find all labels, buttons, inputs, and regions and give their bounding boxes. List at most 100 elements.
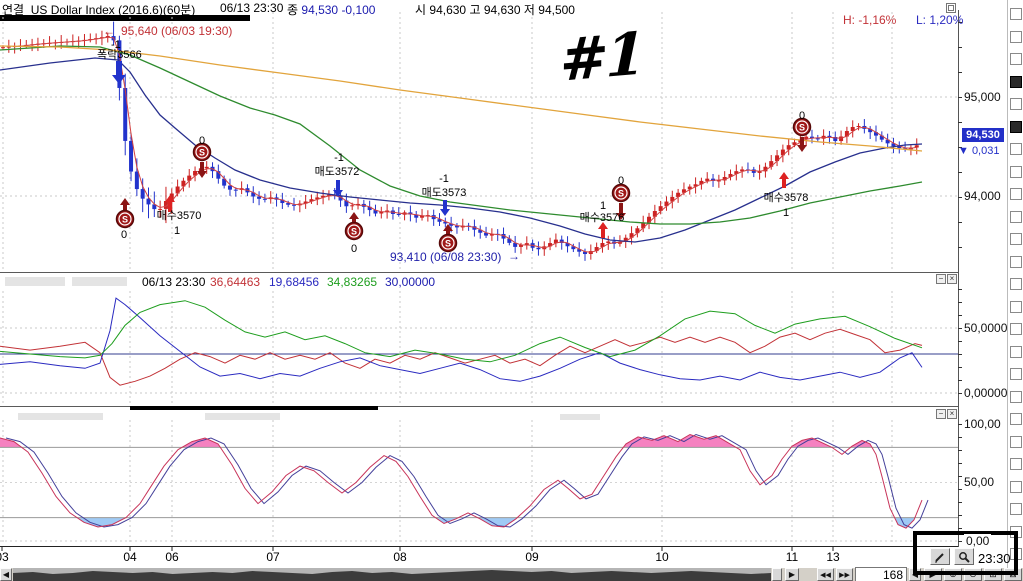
- chart-control-button[interactable]: ⊞: [984, 568, 1002, 581]
- scroll-play-button[interactable]: ▶: [785, 568, 799, 581]
- y-axis-label: 95,000: [964, 90, 1001, 104]
- axis-tick: [662, 547, 663, 551]
- trade-label: 매도3573: [422, 186, 467, 199]
- peak-arrow-icon: ←: [103, 24, 115, 38]
- fast-forward-button[interactable]: ▶▶: [836, 568, 853, 581]
- axis-tick: [958, 450, 962, 451]
- left-arrow-icon: ◀: [3, 570, 9, 579]
- indicator1-chart[interactable]: [0, 290, 958, 406]
- axis-tick: [958, 315, 962, 316]
- toolbar-button[interactable]: [1010, 368, 1022, 380]
- toolbar-button[interactable]: [1010, 413, 1022, 425]
- draw-tool-button[interactable]: [930, 548, 950, 565]
- signal-count: 0: [618, 175, 624, 187]
- toolbar-button[interactable]: [1010, 233, 1022, 245]
- signal-count: 0: [199, 135, 205, 147]
- axis-tick: [958, 463, 962, 464]
- toolbar-button[interactable]: [1010, 481, 1022, 493]
- toolbar-button[interactable]: [1010, 121, 1022, 133]
- y-axis-label: 0,00: [964, 534, 991, 548]
- vertical-gridlines: [3, 291, 892, 405]
- redacted-text: [205, 413, 280, 420]
- toolbar-button[interactable]: [1010, 8, 1022, 20]
- toolbar-button[interactable]: [1010, 98, 1022, 110]
- indicator2-chart[interactable]: [0, 419, 958, 546]
- ma-short: [15, 37, 917, 252]
- chart-window: 연결_US Dollar Index (2016.6)(60분) 06/13 2…: [0, 0, 1023, 581]
- x-axis-label: 03: [0, 550, 9, 564]
- toolbar-button[interactable]: [1010, 391, 1022, 403]
- panel-minimize-button[interactable]: −: [936, 274, 946, 284]
- axis-tick: [958, 22, 962, 23]
- hand-annotation: #1: [560, 24, 644, 90]
- toolbar-button[interactable]: [1010, 548, 1022, 560]
- scroll-left-button[interactable]: ◀: [0, 568, 12, 581]
- axis-tick: [958, 528, 962, 529]
- last-price-badge: 94,530: [962, 128, 1004, 142]
- chart-control-button[interactable]: ▶: [924, 568, 942, 581]
- navigator-thumb-handle[interactable]: [772, 568, 782, 581]
- back-arrow-icon: ◀: [912, 570, 918, 579]
- toolbar-button[interactable]: [1010, 346, 1022, 358]
- axis-tick: [958, 515, 962, 516]
- axis-tick: [958, 541, 962, 542]
- axis-tick: [792, 547, 793, 551]
- data-navigator[interactable]: [13, 568, 771, 581]
- step-back-button[interactable]: ◀: [909, 568, 921, 581]
- low-price-label: 93,410 (06/08 23:30): [390, 250, 501, 264]
- axis-tick: [958, 489, 962, 490]
- panel-close-button[interactable]: ×: [947, 274, 957, 284]
- green-line: [0, 301, 922, 362]
- magnifier-icon: [958, 551, 970, 563]
- axis-tick: [958, 367, 962, 368]
- toolbar-button[interactable]: [1010, 211, 1022, 223]
- y-axis-label: 94,000: [964, 189, 1001, 203]
- toolbar-button[interactable]: [1010, 188, 1022, 200]
- signal-count: 0: [799, 110, 805, 122]
- pencil-icon: [934, 551, 946, 563]
- signal-count: 1: [783, 207, 789, 219]
- blue-line: [0, 298, 922, 381]
- x-axis-label: 10: [655, 550, 668, 564]
- axis-tick: [833, 547, 834, 551]
- signal-badge: S: [117, 211, 134, 228]
- rewind-button[interactable]: ◀◀: [817, 568, 834, 581]
- plot-right-border: [958, 10, 959, 547]
- panel-minimize-button[interactable]: −: [936, 409, 946, 419]
- moving-average-lines: [0, 37, 922, 252]
- toolbar-button[interactable]: [1010, 323, 1022, 335]
- toolbar-button[interactable]: [1010, 278, 1022, 290]
- bar-count-input[interactable]: [855, 567, 907, 581]
- chart-control-button[interactable]: ⊖: [964, 568, 982, 581]
- svg-text:S: S: [618, 189, 624, 199]
- right-toolbar: [1007, 0, 1023, 581]
- toolbar-button[interactable]: [1010, 458, 1022, 470]
- x-axis-label: 08: [393, 550, 406, 564]
- toolbar-button[interactable]: [1010, 31, 1022, 43]
- axis-tick: [958, 393, 962, 394]
- toolbar-button[interactable]: [1010, 166, 1022, 178]
- crash-label: 폭락3566: [97, 48, 142, 61]
- toolbar-button[interactable]: [1010, 503, 1022, 515]
- y-axis-label: 50,00: [964, 475, 994, 489]
- toolbar-button[interactable]: [1010, 76, 1022, 88]
- toolbar-button[interactable]: [1010, 301, 1022, 313]
- axis-tick: [958, 222, 962, 223]
- zoom-tool-button[interactable]: [954, 548, 974, 565]
- svg-text:S: S: [122, 215, 128, 225]
- signal-badge: S: [613, 185, 630, 202]
- main-price-chart[interactable]: S0매수35701S0매도3572-1S0매도3573-1SS0매수35761매…: [0, 10, 958, 272]
- panel-close-button[interactable]: ×: [947, 409, 957, 419]
- axis-tick: [273, 547, 274, 551]
- chart-control-button[interactable]: ⊠: [1004, 568, 1022, 581]
- axis-tick: [958, 354, 962, 355]
- toolbar-button[interactable]: [1010, 256, 1022, 268]
- signal-count: 1: [600, 200, 606, 212]
- minimize-icon: −: [939, 409, 944, 418]
- toolbar-button[interactable]: [1010, 436, 1022, 448]
- chart-control-button[interactable]: ⊕: [944, 568, 962, 581]
- toolbar-button[interactable]: [1010, 143, 1022, 155]
- toolbar-button[interactable]: [1010, 526, 1022, 538]
- axis-tick: [958, 302, 962, 303]
- toolbar-button[interactable]: [1010, 53, 1022, 65]
